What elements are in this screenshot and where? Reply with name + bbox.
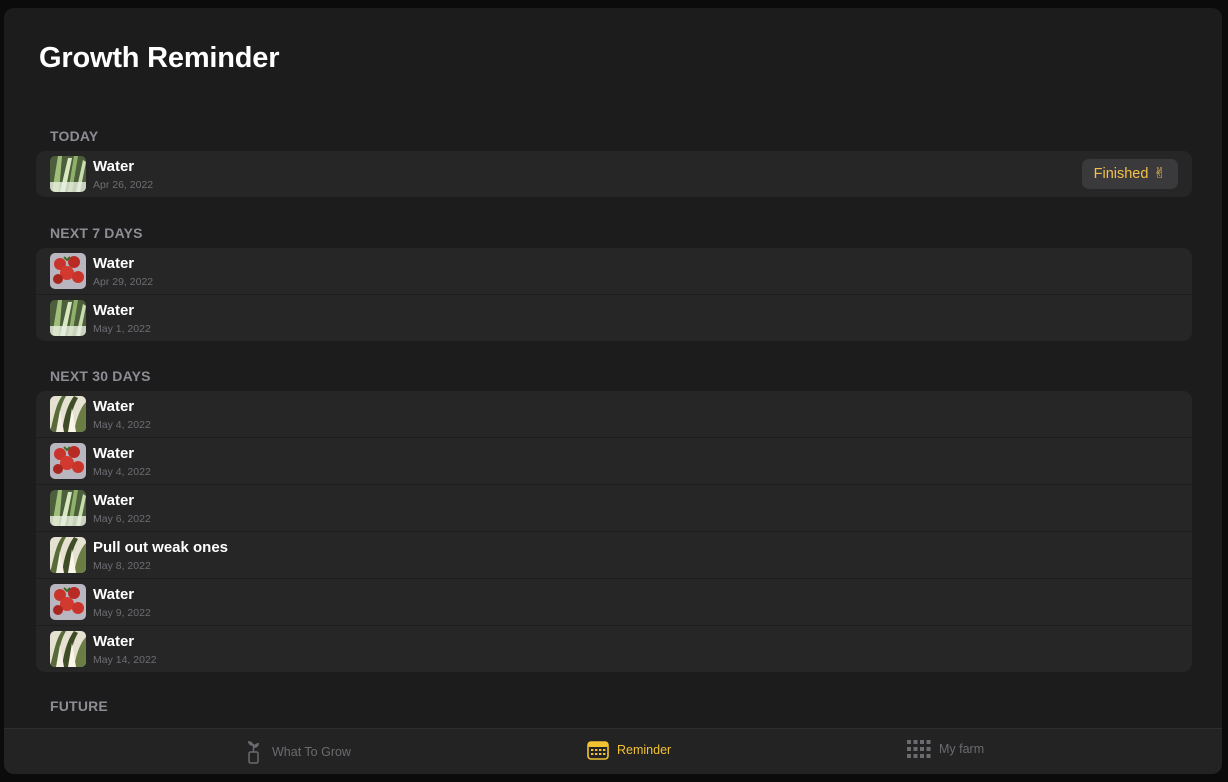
plant-thumbnail-bokchoy xyxy=(50,396,86,432)
reminder-date: May 4, 2022 xyxy=(93,466,151,478)
tab-what-to-grow[interactable]: What To Grow xyxy=(244,740,351,764)
section-next-7-days: Water Apr 29, 2022 Water May 1, 2022 xyxy=(36,248,1192,341)
reminder-title: Water xyxy=(93,633,135,650)
section-header-today: TODAY xyxy=(50,128,99,144)
reminder-title: Water xyxy=(93,398,135,415)
reminder-date: May 9, 2022 xyxy=(93,607,151,619)
calendar-icon xyxy=(587,741,609,760)
plant-thumbnail-bokchoy xyxy=(50,537,86,573)
plant-thumbnail-leek xyxy=(50,300,86,336)
reminder-row[interactable]: Water May 6, 2022 xyxy=(36,484,1192,531)
reminder-title: Water xyxy=(93,586,135,603)
plant-thumbnail-strawberry xyxy=(50,443,86,479)
grid-icon xyxy=(907,740,931,758)
reminder-date: May 14, 2022 xyxy=(93,654,157,666)
reminder-title: Water xyxy=(93,492,135,509)
reminder-row[interactable]: Water May 14, 2022 xyxy=(36,625,1192,672)
reminder-date: May 6, 2022 xyxy=(93,513,151,525)
plant-thumbnail-leek xyxy=(50,156,86,192)
reminder-title: Water xyxy=(93,255,135,272)
reminder-row[interactable]: Pull out weak ones May 8, 2022 xyxy=(36,531,1192,578)
reminder-title: Water xyxy=(93,445,135,462)
tab-my-farm[interactable]: My farm xyxy=(907,740,984,758)
reminder-date: May 8, 2022 xyxy=(93,560,151,572)
page-title: Growth Reminder xyxy=(39,42,280,74)
reminder-date: May 4, 2022 xyxy=(93,419,151,431)
reminder-title: Water xyxy=(93,302,135,319)
plant-thumbnail-strawberry xyxy=(50,253,86,289)
reminder-row[interactable]: Water Apr 26, 2022 Finished ✌ xyxy=(36,151,1192,197)
reminder-row[interactable]: Water May 1, 2022 xyxy=(36,294,1192,341)
tab-label: What To Grow xyxy=(272,745,351,759)
seedling-icon xyxy=(248,741,259,764)
reminder-row[interactable]: Water May 4, 2022 xyxy=(36,437,1192,484)
reminder-date: Apr 29, 2022 xyxy=(93,276,154,288)
section-header-next-7-days: NEXT 7 DAYS xyxy=(50,225,143,241)
section-next-30-days: Water May 4, 2022 Water May 4, 2022 Wate… xyxy=(36,391,1192,672)
section-today: Water Apr 26, 2022 Finished ✌ xyxy=(36,151,1192,197)
tab-label: My farm xyxy=(939,742,985,756)
app-window: Growth Reminder TODAY Water Apr 26, 2022… xyxy=(4,8,1222,774)
finished-button[interactable]: Finished ✌ xyxy=(1081,159,1178,189)
tab-label: Reminder xyxy=(617,743,672,757)
tab-reminder[interactable]: Reminder xyxy=(587,740,671,760)
plant-thumbnail-strawberry xyxy=(50,584,86,620)
reminder-date: May 1, 2022 xyxy=(93,323,151,335)
section-header-future: FUTURE xyxy=(50,698,108,714)
section-header-next-30-days: NEXT 30 DAYS xyxy=(50,368,151,384)
victory-hand-icon: ✌ xyxy=(1153,165,1166,182)
reminder-row[interactable]: Water Apr 29, 2022 xyxy=(36,248,1192,294)
plant-thumbnail-bokchoy xyxy=(50,631,86,667)
plant-thumbnail-leek xyxy=(50,490,86,526)
tab-bar: What To Grow Reminder My farm xyxy=(4,728,1222,774)
finished-button-label: Finished xyxy=(1093,166,1149,182)
reminder-date: Apr 26, 2022 xyxy=(93,179,154,191)
reminder-row[interactable]: Water May 9, 2022 xyxy=(36,578,1192,625)
reminder-title: Water xyxy=(93,158,135,175)
reminder-title: Pull out weak ones xyxy=(93,539,229,556)
reminder-row[interactable]: Water May 4, 2022 xyxy=(36,391,1192,437)
